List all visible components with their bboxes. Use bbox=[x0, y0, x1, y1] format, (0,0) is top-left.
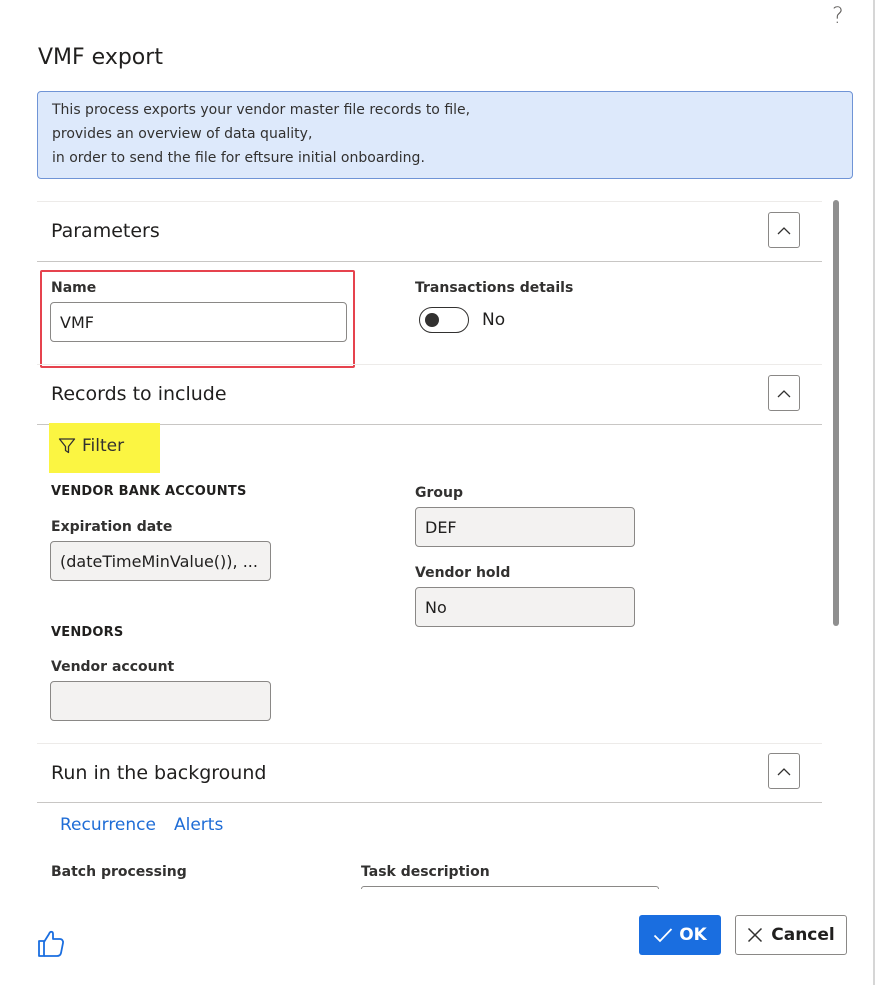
dialog-edge bbox=[873, 0, 875, 985]
task-description-label: Task description bbox=[361, 864, 490, 880]
info-line: in order to send the file for eftsure in… bbox=[52, 150, 425, 166]
vendor-account-field[interactable] bbox=[50, 681, 271, 721]
transactions-details-value: No bbox=[482, 310, 506, 330]
group-field[interactable]: DEF bbox=[415, 507, 635, 547]
batch-processing-label: Batch processing bbox=[51, 864, 187, 880]
toggle-knob bbox=[425, 313, 439, 327]
background-collapse-button[interactable] bbox=[768, 753, 800, 789]
ok-button[interactable]: OK bbox=[639, 915, 721, 955]
filter-button[interactable]: Filter bbox=[58, 436, 124, 456]
vendor-account-label: Vendor account bbox=[51, 659, 175, 675]
expiration-date-label: Expiration date bbox=[51, 519, 173, 535]
thumbs-up-icon bbox=[38, 930, 64, 957]
section-divider bbox=[37, 364, 822, 365]
vendor-bank-accounts-heading: VENDOR BANK ACCOUNTS bbox=[51, 484, 247, 499]
section-divider bbox=[37, 201, 822, 202]
info-line: This process exports your vendor master … bbox=[52, 102, 471, 118]
info-line: provides an overview of data quality, bbox=[52, 126, 313, 142]
transactions-details-toggle[interactable] bbox=[419, 307, 469, 333]
chevron-up-icon bbox=[777, 389, 791, 397]
ok-label: OK bbox=[679, 925, 707, 945]
tab-alerts[interactable]: Alerts bbox=[174, 815, 223, 835]
chevron-up-icon bbox=[777, 767, 791, 775]
section-divider bbox=[37, 743, 822, 744]
records-collapse-button[interactable] bbox=[768, 375, 800, 411]
vendor-hold-label: Vendor hold bbox=[415, 565, 511, 581]
close-icon bbox=[748, 927, 763, 943]
section-divider bbox=[37, 261, 822, 262]
dialog-title: VMF export bbox=[38, 45, 163, 70]
cancel-button[interactable]: Cancel bbox=[735, 915, 847, 955]
expiration-date-field[interactable]: (dateTimeMinValue()), ... bbox=[50, 541, 271, 581]
name-label: Name bbox=[51, 280, 97, 296]
help-button[interactable]: ? bbox=[832, 4, 844, 29]
transactions-details-label: Transactions details bbox=[415, 280, 574, 296]
parameters-section-title: Parameters bbox=[51, 220, 160, 242]
info-message: This process exports your vendor master … bbox=[37, 91, 853, 179]
scrollbar-thumb[interactable] bbox=[833, 200, 839, 626]
vendors-heading: VENDORS bbox=[51, 625, 124, 640]
filter-icon bbox=[58, 438, 76, 454]
task-description-input[interactable] bbox=[361, 886, 659, 889]
records-section-title: Records to include bbox=[51, 383, 227, 405]
filter-label: Filter bbox=[82, 436, 125, 456]
section-divider bbox=[37, 802, 822, 803]
group-label: Group bbox=[415, 485, 464, 501]
tab-recurrence[interactable]: Recurrence bbox=[60, 815, 156, 835]
chevron-up-icon bbox=[777, 226, 791, 234]
vendor-hold-field[interactable]: No bbox=[415, 587, 635, 627]
feedback-button[interactable] bbox=[37, 928, 65, 962]
cancel-label: Cancel bbox=[771, 925, 835, 945]
background-section-title: Run in the background bbox=[51, 762, 267, 784]
parameters-collapse-button[interactable] bbox=[768, 212, 800, 248]
checkmark-icon bbox=[654, 928, 673, 943]
name-input[interactable]: VMF bbox=[50, 302, 347, 342]
